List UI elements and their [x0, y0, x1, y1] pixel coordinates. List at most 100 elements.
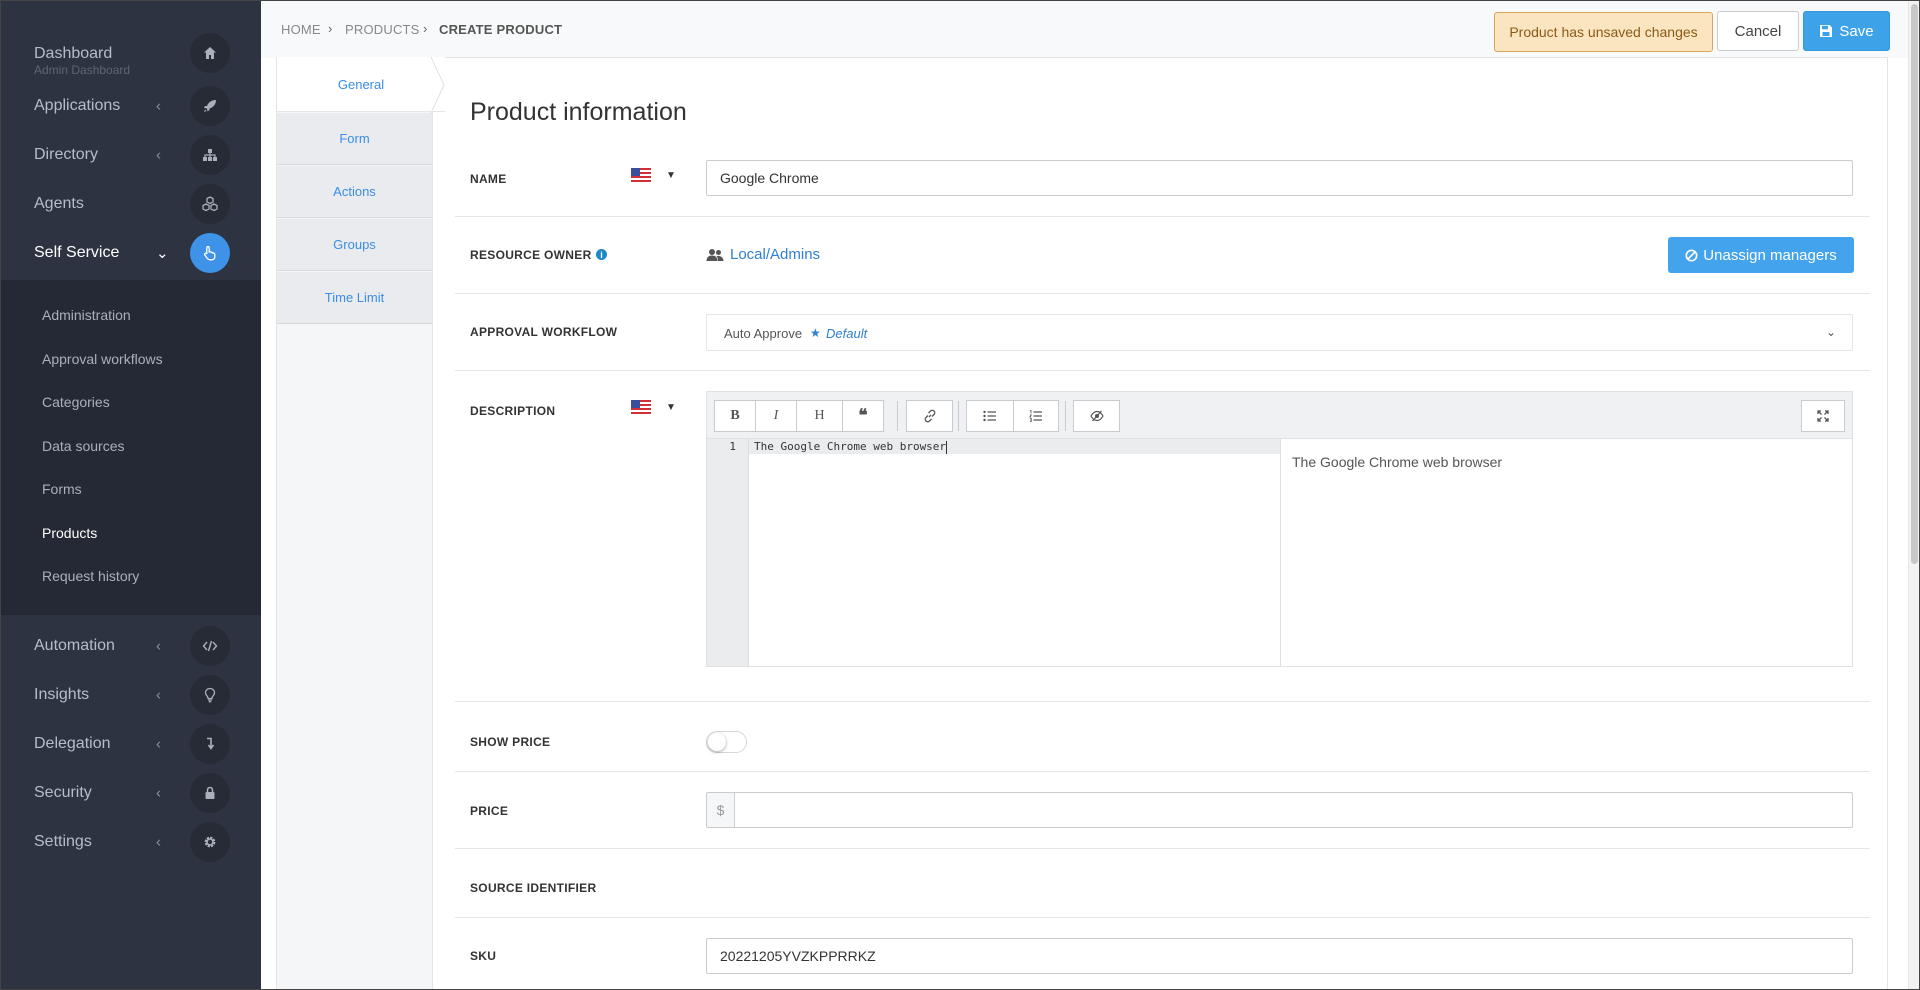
nav-automation[interactable]: Automation ‹: [0, 622, 261, 670]
us-flag-icon[interactable]: [631, 168, 651, 182]
show-price-label: SHOW PRICE: [470, 735, 551, 749]
chevron-left-icon: ‹: [156, 784, 161, 802]
heading-button[interactable]: H: [796, 400, 843, 432]
tab-form[interactable]: Form: [277, 113, 432, 165]
nav-label: Automation: [34, 637, 115, 654]
subnav-categories[interactable]: Categories: [42, 394, 110, 410]
description-text: The Google Chrome web browser: [754, 440, 947, 453]
sitemap-icon: [190, 135, 230, 175]
chevron-left-icon: ‹: [156, 97, 161, 115]
chevron-down-icon: ⌄: [1825, 325, 1836, 339]
description-label: DESCRIPTION: [470, 404, 556, 418]
breadcrumb-current: CREATE PRODUCT: [439, 22, 563, 37]
chevron-left-icon: ‹: [156, 146, 161, 164]
link-icon: [924, 409, 935, 423]
numbered-list-button[interactable]: [1013, 400, 1059, 432]
caret-down-icon[interactable]: ▼: [666, 170, 676, 181]
nav-dashboard[interactable]: Dashboard Admin Dashboard: [0, 29, 261, 77]
scrollbar-thumb[interactable]: [1911, 4, 1918, 564]
code-icon: [190, 626, 230, 666]
tab-general[interactable]: General: [277, 57, 445, 112]
subnav-forms[interactable]: Forms: [42, 481, 82, 497]
floppy-disk-icon: [1820, 25, 1833, 37]
divider: [455, 917, 1870, 918]
breadcrumb-products[interactable]: PRODUCTS: [345, 22, 420, 37]
nav-label: Directory: [34, 146, 99, 163]
subnav-data-sources[interactable]: Data sources: [42, 438, 124, 454]
tab-actions[interactable]: Actions: [277, 166, 432, 218]
breadcrumb-home[interactable]: HOME: [281, 22, 321, 37]
source-identifier-label: SOURCE IDENTIFIER: [470, 881, 597, 895]
text-cursor: [946, 440, 948, 454]
price-label: PRICE: [470, 804, 509, 818]
cancel-button[interactable]: Cancel: [1717, 11, 1799, 51]
sku-label: SKU: [470, 949, 497, 963]
page-scrollbar[interactable]: [1908, 0, 1920, 990]
divider: [455, 370, 1870, 371]
cubes-icon: [190, 184, 230, 224]
unsaved-changes-badge: Product has unsaved changes: [1494, 12, 1713, 52]
nav-security[interactable]: Security ‹: [0, 769, 261, 817]
breadcrumb-separator-icon: ›: [328, 21, 333, 36]
link-button[interactable]: [906, 400, 953, 432]
caret-down-icon[interactable]: ▼: [666, 402, 676, 413]
preview-divider: [1280, 439, 1281, 666]
italic-button[interactable]: I: [755, 400, 797, 432]
nav-agents[interactable]: Agents: [0, 180, 261, 228]
price-input[interactable]: [736, 793, 1846, 827]
toolbar-separator: [1065, 401, 1066, 431]
subnav-approval-workflows[interactable]: Approval workflows: [42, 351, 163, 367]
nav-sublabel: Admin Dashboard: [34, 63, 131, 77]
name-input[interactable]: Google Chrome: [706, 160, 1853, 196]
chevron-left-icon: ‹: [156, 686, 161, 704]
nav-directory[interactable]: Directory ‹: [0, 131, 261, 179]
chevron-left-icon: ‹: [156, 637, 161, 655]
tab-active-arrow-icon: [431, 57, 445, 113]
save-button[interactable]: Save: [1803, 11, 1890, 51]
quote-icon: ❝: [858, 406, 868, 425]
chevron-left-icon: ‹: [156, 833, 161, 851]
page-title: Product information: [470, 98, 687, 126]
nav-self-service[interactable]: Self Service ⌄: [0, 229, 261, 277]
fullscreen-button[interactable]: [1801, 400, 1845, 432]
expand-icon: [1817, 410, 1829, 422]
nav-label: Applications: [34, 97, 121, 114]
quote-button[interactable]: ❝: [842, 400, 884, 432]
nav-label: Security: [34, 784, 92, 801]
approval-workflow-select[interactable]: Auto Approve ★ Default ⌄: [706, 314, 1853, 351]
unassign-managers-button[interactable]: Unassign managers: [1668, 237, 1854, 273]
sku-input[interactable]: 20221205YVZKPPRRKZ: [706, 938, 1853, 974]
line-number: 1: [729, 440, 736, 453]
self-service-submenu: Administration Approval workflows Catego…: [0, 280, 261, 615]
preview-toggle-button[interactable]: [1073, 400, 1120, 432]
show-price-toggle[interactable]: [706, 731, 747, 753]
editor-toolbar: B I H ❝: [707, 392, 1852, 439]
info-icon[interactable]: i: [596, 249, 607, 260]
subnav-request-history[interactable]: Request history: [42, 568, 139, 584]
approval-workflow-value: Auto Approve: [724, 326, 803, 341]
us-flag-icon[interactable]: [631, 400, 651, 414]
nav-label: Insights: [34, 686, 90, 703]
nav-applications[interactable]: Applications ‹: [0, 82, 261, 130]
subnav-administration[interactable]: Administration: [42, 307, 131, 323]
resource-owner-label: RESOURCE OWNER: [470, 248, 592, 262]
tab-groups[interactable]: Groups: [277, 219, 432, 271]
tab-time-limit[interactable]: Time Limit: [277, 272, 432, 324]
star-icon: ★: [810, 326, 821, 340]
subnav-products[interactable]: Products: [42, 525, 97, 541]
ban-icon: [1685, 248, 1698, 262]
toolbar-separator: [958, 401, 959, 431]
nav-settings[interactable]: Settings ‹: [0, 818, 261, 866]
description-input[interactable]: The Google Chrome web browser: [754, 440, 948, 454]
approval-workflow-label: APPROVAL WORKFLOW: [470, 325, 618, 339]
lightbulb-icon: [190, 675, 230, 715]
toolbar-separator: [897, 401, 898, 431]
divider: [455, 848, 1870, 849]
save-label: Save: [1839, 22, 1874, 40]
bold-button[interactable]: B: [714, 400, 756, 432]
resource-owner-link[interactable]: Local/Admins: [730, 246, 820, 263]
bullet-list-button[interactable]: [966, 400, 1014, 432]
nav-delegation[interactable]: Delegation ‹: [0, 720, 261, 768]
nav-insights[interactable]: Insights ‹: [0, 671, 261, 719]
description-preview: The Google Chrome web browser: [1292, 454, 1503, 470]
